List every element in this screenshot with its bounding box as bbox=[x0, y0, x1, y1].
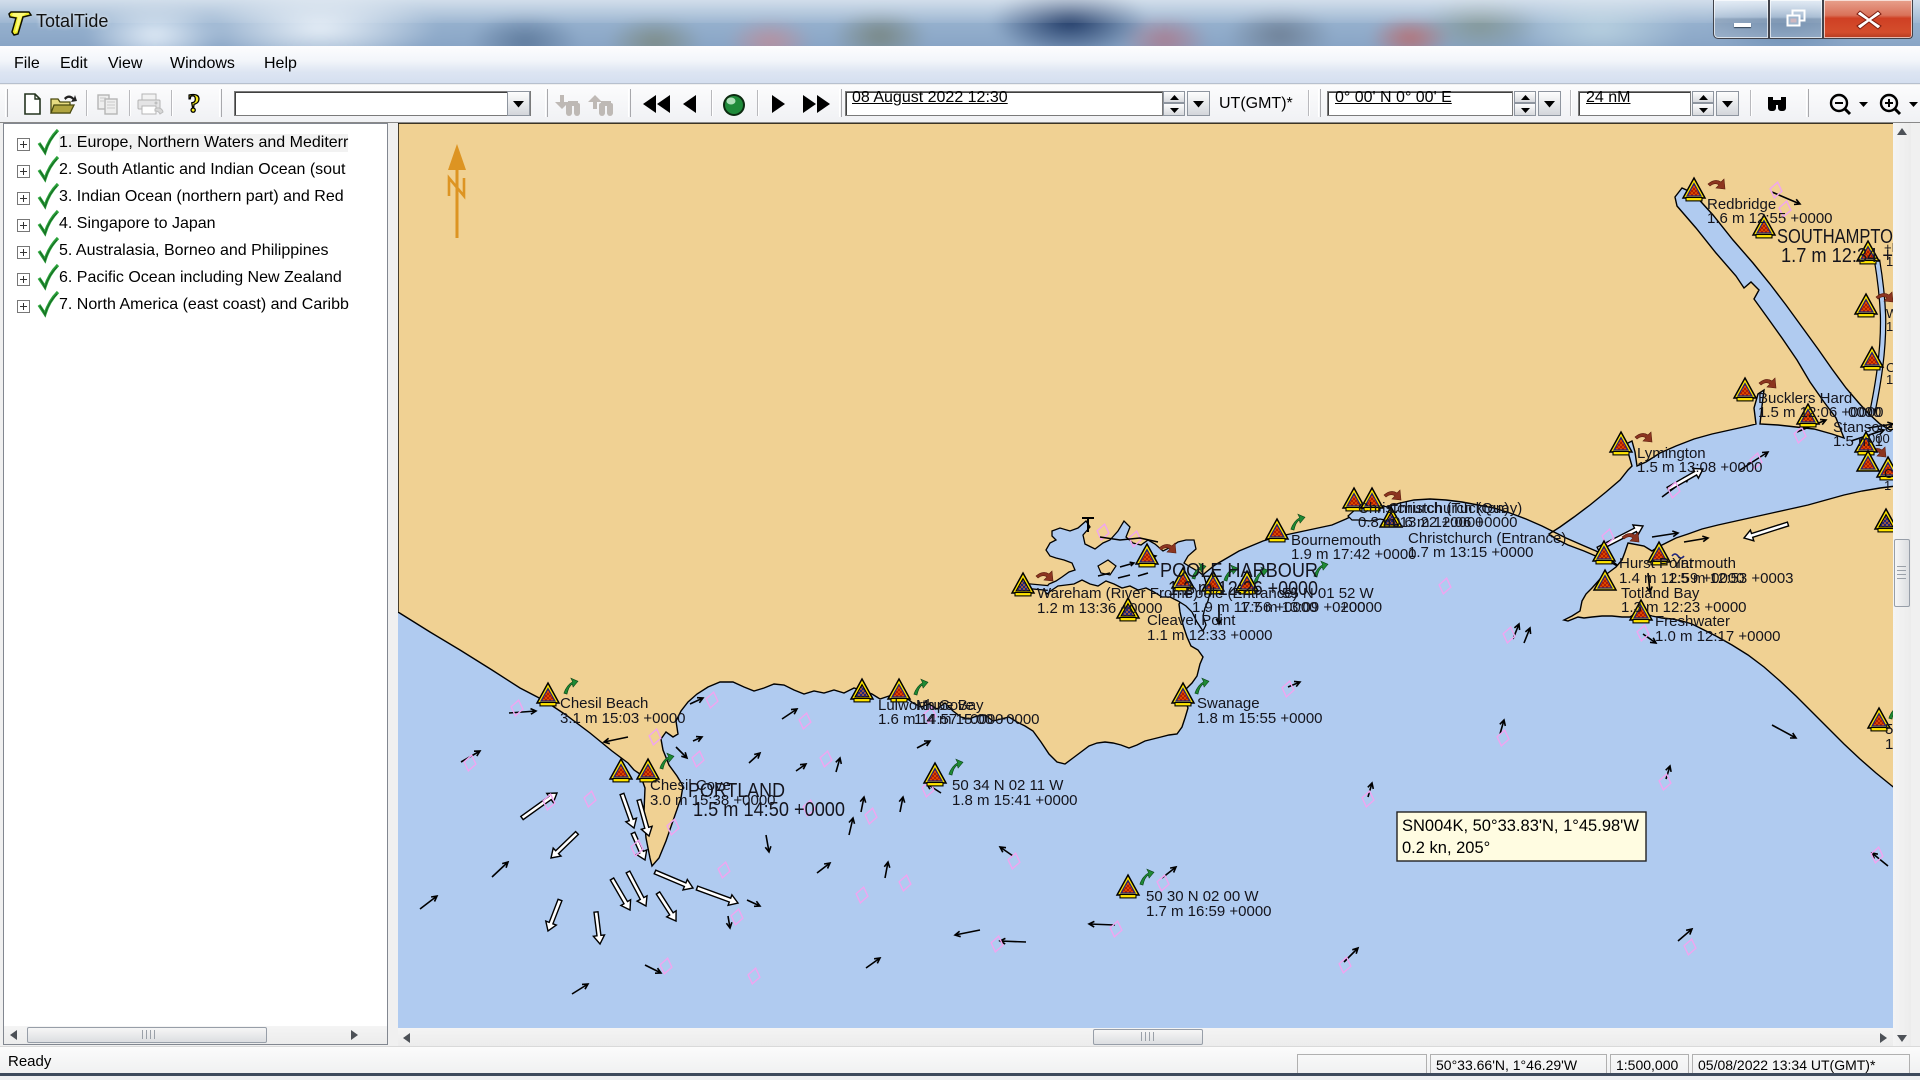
svg-text:1: 1 bbox=[1886, 372, 1893, 387]
svg-text:1.5 m 13:08 +0000: 1.5 m 13:08 +0000 bbox=[1637, 459, 1763, 476]
svg-text:1.7 m 12:34 +: 1.7 m 12:34 + bbox=[1781, 245, 1893, 267]
svg-text:1.7 m 13:15 +0000: 1.7 m 13:15 +0000 bbox=[1408, 544, 1534, 561]
svg-text:1.1 m 12:33 +0000: 1.1 m 12:33 +0000 bbox=[1147, 627, 1273, 644]
svg-text:000: 000 bbox=[1868, 431, 1890, 446]
svg-text:1.2 m 12:26 +0000: 1.2 m 12:26 +0000 bbox=[1168, 578, 1318, 600]
svg-text:1.0 m 12:17 +0000: 1.0 m 12:17 +0000 bbox=[1655, 628, 1781, 645]
svg-text:3.1 m 15:03 +0000: 3.1 m 15:03 +0000 bbox=[560, 710, 686, 727]
svg-text:+0000: +0000 bbox=[1340, 599, 1382, 616]
svg-text:1.8 m 15:41 +0000: 1.8 m 15:41 +0000 bbox=[952, 792, 1078, 809]
svg-text:SN004K, 50°33.83'N, 1°45.98'W: SN004K, 50°33.83'N, 1°45.98'W bbox=[1402, 817, 1639, 835]
svg-text:1.7: 1.7 bbox=[1885, 736, 1893, 753]
svg-text:1.6 m 12:55 +0000: 1.6 m 12:55 +0000 bbox=[1707, 210, 1833, 227]
svg-text:1.7 m 16:59 +0000: 1.7 m 16:59 +0000 bbox=[1146, 903, 1272, 920]
svg-text:1.5 m 14:50 +0000: 1.5 m 14:50 +0000 bbox=[693, 799, 845, 821]
svg-text:1.8 m 15:55 +0000: 1.8 m 15:55 +0000 bbox=[1197, 710, 1323, 727]
svg-text:1.2 m 13:36 +0000: 1.2 m 13:36 +0000 bbox=[1037, 600, 1163, 617]
svg-text:1: 1 bbox=[1886, 319, 1893, 334]
svg-text:?: ? bbox=[188, 92, 201, 117]
svg-text:0.2 kn, 205°: 0.2 kn, 205° bbox=[1402, 839, 1490, 857]
svg-text:1: 1 bbox=[1884, 478, 1891, 493]
svg-text:1.4 m 15:00 +0000: 1.4 m 15:00 +0000 bbox=[914, 711, 1040, 728]
svg-text:0.6 m 12:06 +0000: 0.6 m 12:06 +0000 bbox=[1392, 514, 1518, 531]
